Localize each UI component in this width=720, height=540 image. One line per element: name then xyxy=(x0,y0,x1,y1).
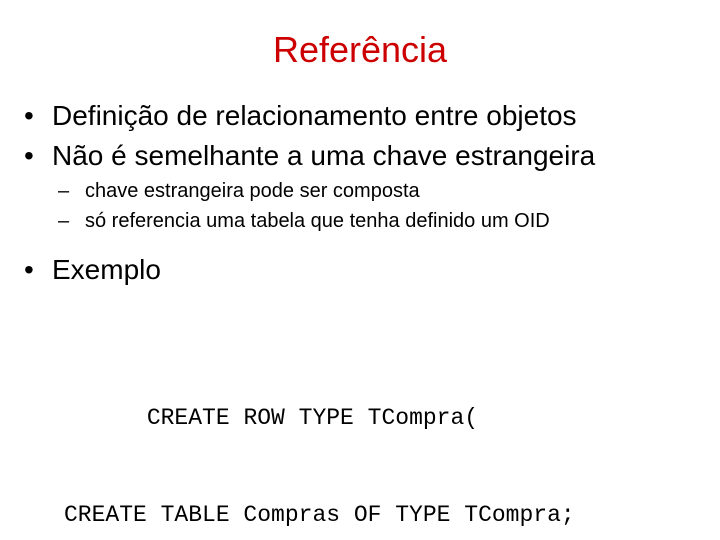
bullet-item-nao-semelhante: • Não é semelhante a uma chave estrangei… xyxy=(0,136,720,176)
dash-marker-icon: – xyxy=(58,210,70,232)
bullet-marker-icon: • xyxy=(24,100,34,131)
bullet-marker-icon: • xyxy=(24,140,34,171)
bullet-marker-icon: • xyxy=(24,254,34,285)
bullet-item-definicao: • Definição de relacionamento entre obje… xyxy=(0,96,720,136)
slide-body: • Definição de relacionamento entre obje… xyxy=(0,96,720,290)
bullet-text: Definição de relacionamento entre objeto… xyxy=(52,100,577,131)
code-line: CREATE ROW TYPE TCompra( xyxy=(64,373,644,463)
dash-marker-icon: – xyxy=(58,180,70,202)
bullet-text: Não é semelhante a uma chave estrangeira xyxy=(52,140,596,171)
bullet-item-exemplo: • Exemplo xyxy=(0,250,720,290)
bullet-text: Exemplo xyxy=(52,254,161,285)
sub-bullet-item-chave-composta: – chave estrangeira pode ser composta xyxy=(0,176,720,206)
sub-bullet-text: só referencia uma tabela que tenha defin… xyxy=(85,210,550,232)
slide-referencia: Referência • Definição de relacionamento… xyxy=(0,0,720,540)
sub-bullet-text: chave estrangeira pode ser composta xyxy=(85,180,420,202)
code-plain: CREATE ROW TYPE TCompra( xyxy=(146,405,479,431)
code-sample-create-table: CREATE TABLE Compras OF TYPE TCompra; xyxy=(64,502,575,528)
page-title: Referência xyxy=(272,29,448,70)
sub-bullet-item-referencia-oid: – só referencia uma tabela que tenha def… xyxy=(0,206,720,236)
